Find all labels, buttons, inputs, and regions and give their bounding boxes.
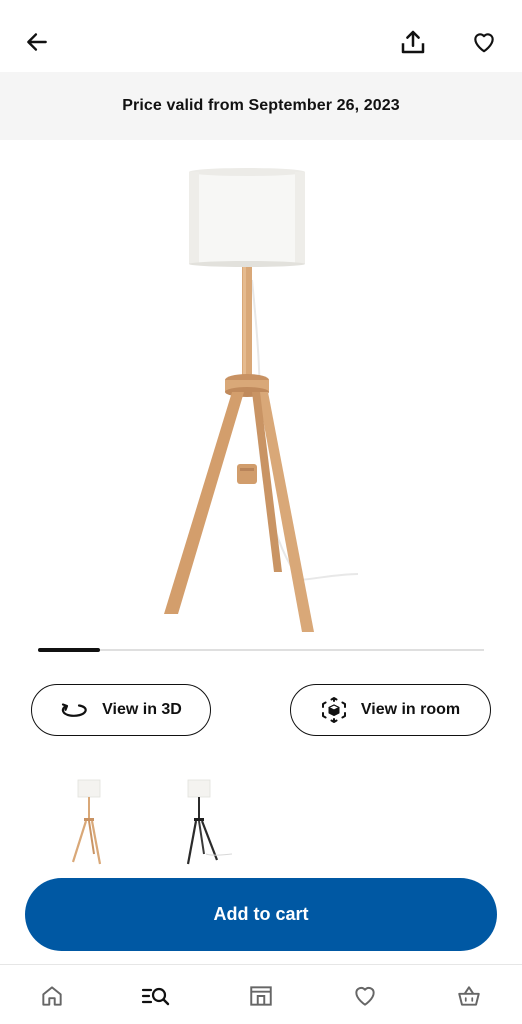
product-image-gallery[interactable] (0, 140, 522, 640)
variant-thumbnail-ash[interactable] (54, 772, 124, 872)
gallery-progress-track (38, 648, 484, 652)
gallery-progress-fill (38, 648, 101, 652)
view-in-3d-label: View in 3D (102, 701, 182, 718)
heart-icon (355, 986, 375, 1006)
view-in-room-label: View in room (360, 701, 461, 718)
floor-lamp-black-thumbnail (186, 779, 233, 865)
ar-cube-icon (321, 697, 346, 723)
nav-shopping-bag[interactable] (449, 979, 489, 1013)
share-icon (401, 30, 425, 54)
rotate-3d-icon (61, 703, 87, 717)
view-in-3d-button[interactable]: View in 3D (31, 684, 211, 736)
back-button[interactable] (15, 20, 59, 64)
top-bar (0, 0, 522, 72)
price-validity-text: Price valid from September 26, 2023 (122, 97, 400, 114)
price-validity-banner: Price valid from September 26, 2023 (0, 72, 522, 140)
favourite-button[interactable] (462, 20, 506, 64)
store-icon (250, 986, 272, 1006)
floor-lamp-image (164, 168, 359, 632)
view-in-room-button[interactable]: View in room (290, 684, 491, 736)
shopping-bag-icon (458, 986, 480, 1006)
nav-favourites[interactable] (345, 979, 385, 1013)
search-list-icon (141, 987, 170, 1006)
home-icon (42, 986, 62, 1006)
bottom-navigation (0, 964, 522, 1024)
nav-store[interactable] (241, 979, 281, 1013)
share-button[interactable] (391, 20, 435, 64)
nav-home[interactable] (32, 979, 72, 1013)
heart-icon (474, 33, 494, 53)
arrow-left-icon (27, 33, 47, 51)
floor-lamp-ash-thumbnail (71, 779, 102, 865)
nav-search[interactable] (136, 979, 176, 1013)
add-to-cart-label: Add to cart (213, 904, 309, 924)
add-to-cart-button[interactable]: Add to cart (25, 878, 497, 951)
variant-thumbnail-black[interactable] (166, 772, 236, 872)
